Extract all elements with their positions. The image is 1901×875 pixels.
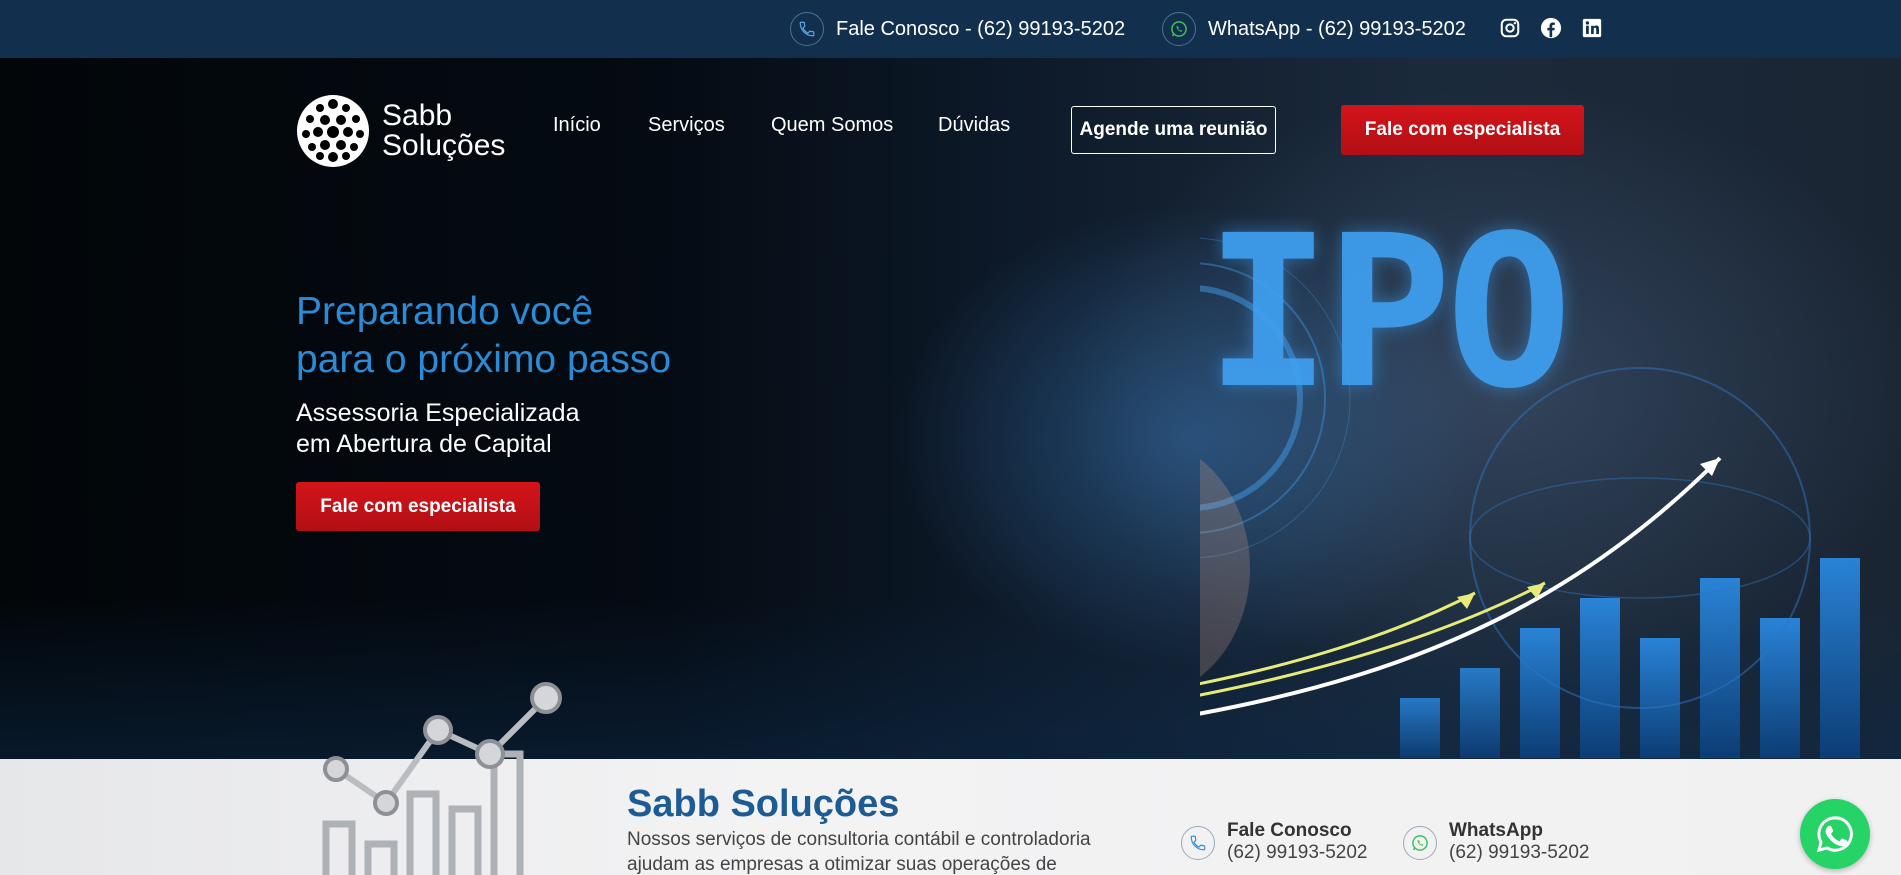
hero-headline-line-1: Preparando você [296, 290, 594, 333]
about-description: Nossos serviços de consultoria contábil … [627, 829, 1091, 875]
whatsapp-icon [1816, 816, 1853, 853]
about-phone-contact[interactable]: Fale Conosco (62) 99193-5202 [1181, 820, 1368, 864]
nav-quem-somos[interactable]: Quem Somos [771, 114, 893, 137]
schedule-meeting-button[interactable]: Agende uma reunião [1071, 106, 1276, 154]
nav-servicos[interactable]: Serviços [648, 114, 725, 137]
hero-subheadline-line-1: Assessoria Especializada [296, 399, 580, 427]
whatsapp-icon [1162, 12, 1196, 46]
phone-icon [790, 12, 824, 46]
hero-subheadline-line-2: em Abertura de Capital [296, 430, 552, 458]
whatsapp-floating-button[interactable] [1800, 799, 1870, 869]
hero-headline: Preparando você para o próximo passo [296, 288, 671, 384]
about-title: Sabb Soluções [627, 783, 900, 825]
facebook-icon[interactable] [1539, 16, 1563, 40]
about-whatsapp-contact[interactable]: WhatsApp (62) 99193-5202 [1403, 820, 1590, 864]
hero-headline-line-2: para o próximo passo [296, 338, 672, 381]
nav-inicio[interactable]: Início [553, 114, 601, 137]
topbar-whatsapp-text: WhatsApp - (62) 99193-5202 [1208, 17, 1466, 40]
about-phone-number: (62) 99193-5202 [1227, 842, 1368, 863]
logo-line-2: Soluções [382, 129, 506, 162]
logo[interactable]: Sabb Soluções [296, 94, 505, 168]
top-contact-bar: Fale Conosco - (62) 99193-5202 WhatsApp … [0, 0, 1901, 58]
about-whatsapp-text: WhatsApp (62) 99193-5202 [1449, 820, 1590, 864]
hero-subheadline: Assessoria Especializada em Abertura de … [296, 398, 579, 460]
phone-icon [1181, 826, 1215, 860]
instagram-icon[interactable] [1498, 16, 1522, 40]
header-specialist-button[interactable]: Fale com especialista [1341, 105, 1584, 155]
topbar-phone-text: Fale Conosco - (62) 99193-5202 [836, 17, 1126, 40]
topbar-phone-link[interactable]: Fale Conosco - (62) 99193-5202 [790, 0, 1125, 58]
about-whatsapp-label: WhatsApp [1449, 820, 1543, 841]
chart-illustration [322, 682, 562, 875]
linkedin-icon[interactable] [1580, 16, 1604, 40]
about-whatsapp-number: (62) 99193-5202 [1449, 842, 1590, 863]
about-phone-text: Fale Conosco (62) 99193-5202 [1227, 820, 1368, 864]
logo-sphere-icon [297, 95, 369, 167]
logo-text: Sabb Soluções [382, 101, 505, 161]
logo-line-1: Sabb [382, 99, 453, 132]
topbar-whatsapp-link[interactable]: WhatsApp - (62) 99193-5202 [1162, 0, 1466, 58]
about-phone-label: Fale Conosco [1227, 820, 1352, 841]
nav-duvidas[interactable]: Dúvidas [938, 114, 1010, 137]
hero-section: IPO Sabb Soluções Início Serviços Quem S… [0, 58, 1901, 759]
whatsapp-icon [1403, 826, 1437, 860]
hero-specialist-button[interactable]: Fale com especialista [296, 482, 540, 531]
ipo-hologram-text: IPO [1205, 190, 1572, 435]
